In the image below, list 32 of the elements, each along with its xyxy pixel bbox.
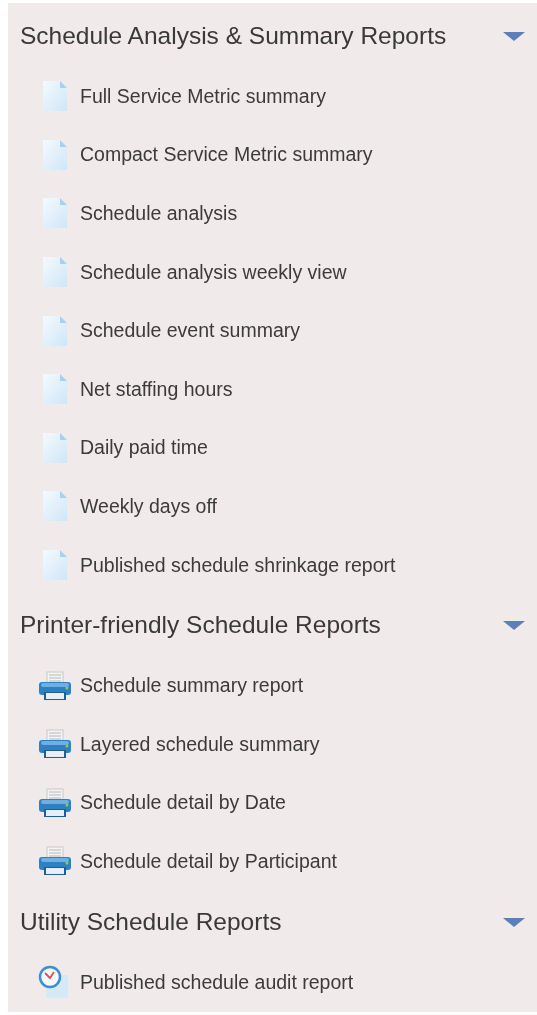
report-link[interactable]: Schedule detail by Participant bbox=[80, 849, 337, 873]
document-icon bbox=[42, 80, 68, 113]
report-link[interactable]: Schedule event summary bbox=[80, 319, 301, 343]
report-link[interactable]: Schedule detail by Date bbox=[80, 791, 286, 815]
collapse-arrow-icon[interactable] bbox=[503, 29, 525, 43]
document-icon bbox=[42, 549, 68, 582]
document-icon bbox=[42, 197, 68, 230]
report-link[interactable]: Schedule analysis weekly view bbox=[80, 260, 347, 284]
report-link[interactable]: Full Service Metric summary bbox=[80, 84, 326, 108]
document-icon bbox=[42, 373, 68, 406]
section-title: Printer-friendly Schedule Reports bbox=[20, 611, 382, 640]
report-link[interactable]: Published schedule shrinkage report bbox=[80, 553, 396, 577]
report-link[interactable]: Schedule analysis bbox=[80, 202, 238, 225]
report-link[interactable]: Compact Service Metric summary bbox=[80, 143, 373, 167]
report-link[interactable]: Schedule summary report bbox=[80, 674, 304, 698]
report-link[interactable]: Daily paid time bbox=[80, 436, 208, 460]
printer-icon bbox=[38, 846, 72, 877]
document-icon bbox=[42, 138, 68, 171]
printer-icon bbox=[38, 670, 72, 701]
document-icon bbox=[42, 314, 68, 347]
report-link[interactable]: Layered schedule summary bbox=[80, 732, 320, 756]
document-icon bbox=[42, 490, 68, 523]
section-title: Utility Schedule Reports bbox=[20, 907, 283, 936]
report-link[interactable]: Net staffing hours bbox=[80, 377, 233, 401]
report-link[interactable]: Weekly days off bbox=[80, 494, 217, 518]
document-icon bbox=[42, 431, 68, 464]
printer-icon bbox=[38, 729, 72, 760]
printer-icon bbox=[38, 787, 72, 818]
section-title: Schedule Analysis & Summary Reports bbox=[20, 22, 448, 50]
report-link[interactable]: Published schedule audit report bbox=[80, 970, 354, 994]
document-icon bbox=[42, 256, 68, 289]
collapse-arrow-icon[interactable] bbox=[503, 618, 525, 633]
